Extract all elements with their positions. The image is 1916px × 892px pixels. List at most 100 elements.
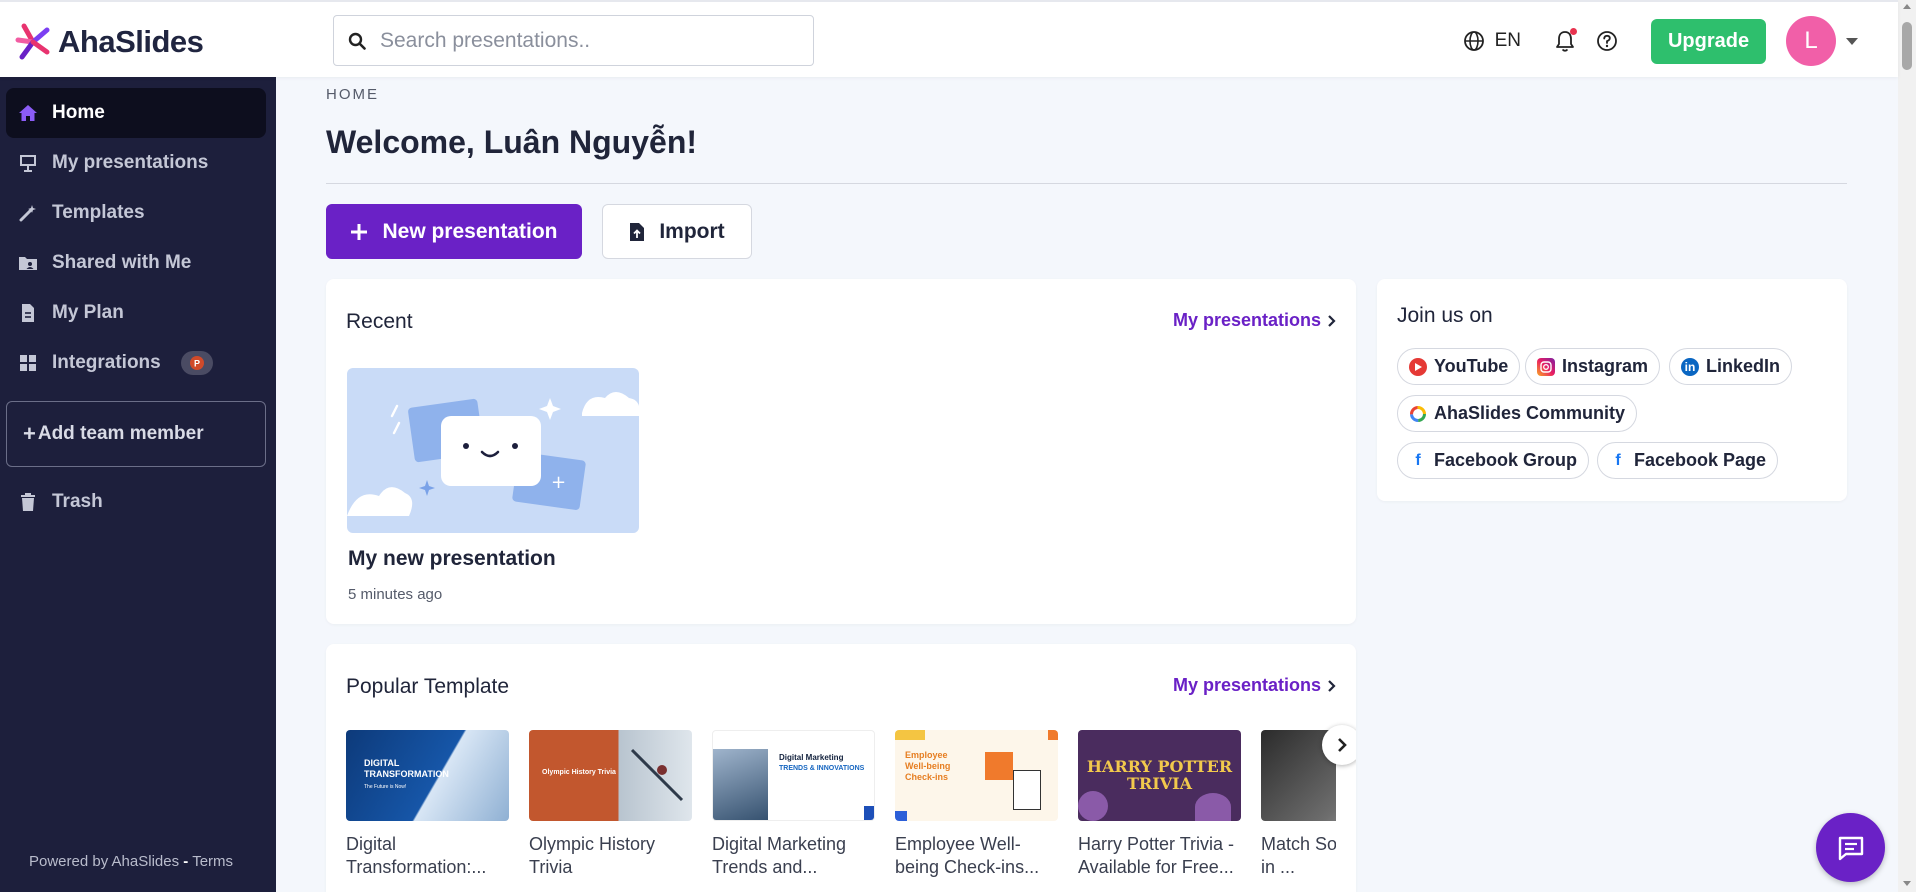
file-import-icon (630, 222, 645, 241)
new-presentation-label: New presentation (382, 219, 558, 243)
presentation-time: 5 minutes ago (348, 586, 443, 603)
breadcrumb: HOME (326, 86, 379, 103)
sidebar-item-label: Trash (52, 491, 103, 512)
import-label: Import (659, 219, 725, 243)
sidebar-item-templates[interactable]: Templates (6, 188, 266, 238)
instagram-link[interactable]: Instagram (1525, 348, 1661, 385)
community-link[interactable]: AhaSlides Community (1397, 395, 1638, 432)
sidebar-item-label: Shared with Me (52, 252, 192, 273)
template-thumbnail[interactable]: HARRY POTTER TRIVIA (1078, 730, 1241, 821)
sidebar-item-trash[interactable]: Trash (6, 477, 266, 527)
logo-text: AhaSlides (58, 24, 204, 59)
language-label: EN (1494, 30, 1521, 51)
presentation-thumbnail[interactable]: + (347, 368, 639, 533)
template-item[interactable]: HARRY POTTER TRIVIA Harry Potter Trivia … (1078, 730, 1241, 879)
template-thumbnail[interactable]: DIGITAL TRANSFORMATION The Future is Now… (346, 730, 509, 821)
template-thumbnail[interactable]: Employee Well-being Check-ins (895, 730, 1058, 821)
add-team-member-button[interactable]: + Add team member (6, 401, 266, 467)
new-presentation-button[interactable]: New presentation (326, 204, 582, 259)
template-thumb-title: Olympic History Trivia (542, 769, 616, 776)
sidebar-item-label: My Plan (52, 302, 124, 323)
sidebar-item-shared-with-me[interactable]: Shared with Me (6, 238, 266, 288)
search-box[interactable] (333, 15, 814, 66)
scrollbar-thumb[interactable] (1902, 22, 1912, 70)
template-thumbnail[interactable]: Digital Marketing TRENDS & INNOVATIONS (712, 730, 875, 821)
chat-button[interactable] (1816, 813, 1885, 882)
linkedin-label: LinkedIn (1706, 356, 1781, 376)
page-title: Welcome, Luân Nguyễn! (326, 124, 698, 160)
shared-folder-icon (18, 253, 38, 273)
notifications-button[interactable] (1551, 27, 1579, 55)
sidebar-item-label: Integrations (52, 352, 161, 373)
presentation-name[interactable]: My new presentation (348, 547, 556, 571)
avatar[interactable]: L (1786, 16, 1836, 66)
plus-icon: + (23, 421, 36, 446)
youtube-icon (1409, 357, 1427, 376)
chevron-right-icon (1328, 314, 1336, 327)
template-name[interactable]: Digital Transformation:... (346, 833, 509, 879)
sidebar-item-label: Templates (52, 202, 145, 223)
chevron-right-icon (1337, 738, 1347, 752)
divider (326, 183, 1847, 184)
template-name[interactable]: Match Song Singer in ... (1261, 833, 1336, 879)
import-button[interactable]: Import (602, 204, 752, 259)
youtube-link[interactable]: YouTube (1397, 348, 1521, 385)
join-us-title: Join us on (1397, 304, 1493, 327)
template-item[interactable]: Digital Marketing TRENDS & INNOVATIONS D… (712, 730, 875, 879)
template-name[interactable]: Employee Well-being Check-ins... (895, 833, 1058, 879)
sidebar-item-label: My presentations (52, 152, 209, 173)
trash-icon (18, 492, 38, 512)
instagram-icon (1537, 357, 1555, 376)
template-item[interactable]: Employee Well-being Check-ins Employee W… (895, 730, 1058, 879)
sidebar-item-label: Home (52, 102, 105, 123)
linkedin-link[interactable]: in LinkedIn (1669, 348, 1793, 385)
add-team-member-label: Add team member (37, 423, 204, 444)
powered-by-separator: - (183, 853, 189, 870)
powerpoint-icon: P (180, 351, 213, 375)
page-scrollbar[interactable] (1898, 0, 1916, 892)
template-item[interactable]: DIGITAL TRANSFORMATION The Future is Now… (346, 730, 509, 879)
svg-text:+: + (551, 472, 566, 493)
magic-wand-icon (18, 203, 38, 223)
powered-by-text: Powered by AhaSlides (29, 853, 180, 870)
facebook-page-link[interactable]: f Facebook Page (1597, 442, 1779, 479)
help-button[interactable] (1593, 27, 1621, 55)
facebook-icon: f (1415, 451, 1421, 469)
facebook-group-link[interactable]: f Facebook Group (1397, 442, 1590, 479)
template-item[interactable]: Olympic History Trivia Olympic History T… (529, 730, 692, 879)
youtube-label: YouTube (1434, 356, 1509, 376)
template-name[interactable]: Harry Potter Trivia - Available for Free… (1078, 833, 1241, 879)
plus-icon (351, 223, 368, 240)
popular-template-card: Popular Template My presentations DIGITA… (326, 644, 1356, 892)
carousel-next-button[interactable] (1322, 725, 1356, 765)
sidebar-item-integrations[interactable]: Integrations P (6, 338, 266, 388)
help-icon (1597, 31, 1617, 51)
my-presentations-link-label: My presentations (1172, 310, 1321, 330)
template-name[interactable]: Olympic History Trivia (529, 833, 692, 879)
template-thumbnail[interactable]: Olympic History Trivia (529, 730, 692, 821)
facebook-group-label: Facebook Group (1434, 450, 1578, 470)
sidebar-item-home[interactable]: Home (6, 88, 266, 138)
template-name[interactable]: Digital Marketing Trends and... (712, 833, 875, 879)
terms-link[interactable]: Terms (192, 853, 233, 870)
powered-by-footer: Powered by AhaSlides - Terms (29, 853, 233, 870)
upgrade-button[interactable]: Upgrade (1651, 18, 1766, 64)
join-us-card: Join us on YouTube Instagram in LinkedIn (1377, 279, 1847, 501)
scroll-down-arrow-icon[interactable] (1903, 881, 1911, 886)
recent-card: Recent My presentations + My new present… (326, 279, 1356, 624)
sidebar-item-my-plan[interactable]: My Plan (6, 288, 266, 338)
my-presentations-link[interactable]: My presentations (1173, 310, 1336, 331)
scroll-up-arrow-icon[interactable] (1903, 4, 1911, 9)
template-thumb-subtitle: The Future is Now! (364, 784, 407, 790)
instagram-label: Instagram (1562, 356, 1649, 376)
search-input[interactable] (380, 28, 800, 53)
chevron-down-icon[interactable] (1846, 37, 1858, 45)
sidebar-item-my-presentations[interactable]: My presentations (6, 138, 266, 188)
logo[interactable]: AhaSlides (14, 22, 204, 62)
notification-dot (1570, 28, 1577, 35)
top-header: AhaSlides EN (0, 0, 1898, 77)
language-selector[interactable]: EN (1463, 30, 1521, 52)
template-thumb-title: DIGITAL TRANSFORMATION (364, 758, 449, 779)
ahaslides-logo-icon (15, 23, 50, 60)
search-icon (348, 32, 366, 50)
